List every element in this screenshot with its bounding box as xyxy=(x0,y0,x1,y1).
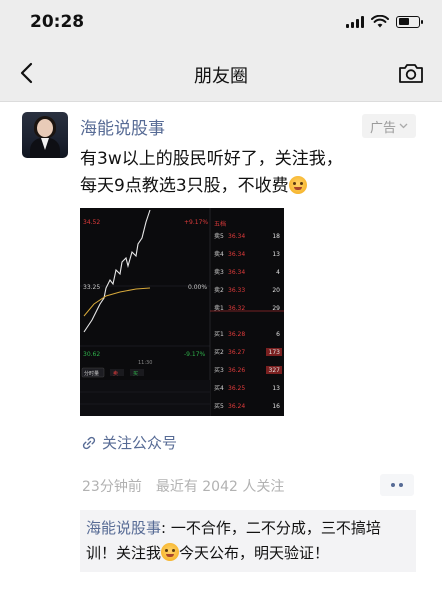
order-row-price: 36.32 xyxy=(228,305,245,312)
signal-icon xyxy=(346,15,364,28)
nav-bar: 朋友圈 xyxy=(0,44,442,102)
low-price-label: 30.62 xyxy=(83,351,100,358)
order-row-volume: 327 xyxy=(269,367,281,374)
top-pct-label: +9.17% xyxy=(184,219,208,226)
order-row-volume: 173 xyxy=(269,349,281,356)
follower-count: 最近有 2042 人关注 xyxy=(155,479,285,495)
low-pct-label: -9.17% xyxy=(184,351,206,358)
follow-official-account-link[interactable]: 关注公众号 xyxy=(82,432,177,453)
order-row-price: 36.26 xyxy=(228,367,245,374)
order-row-label: 卖1 xyxy=(214,305,224,312)
tab-label: 分时量 xyxy=(84,370,99,377)
post-time: 23分钟前 xyxy=(82,479,142,495)
order-row-volume: 4 xyxy=(276,269,280,276)
order-row-label: 卖4 xyxy=(214,251,224,258)
battery-fill xyxy=(398,18,409,25)
post-text: 有3w以上的股民听好了，关注我， 每天9点教选3只股，不收费 xyxy=(80,146,410,200)
order-row-volume: 29 xyxy=(272,305,280,312)
order-row-price: 36.28 xyxy=(228,331,245,338)
wifi-icon xyxy=(371,15,389,28)
order-row-label: 买5 xyxy=(214,402,224,410)
order-row-label: 卖5 xyxy=(214,233,224,240)
post-text-line2: 每天9点教选3只股，不收费 xyxy=(80,176,289,196)
order-row-label: 卖2 xyxy=(214,287,224,294)
order-row-price: 36.34 xyxy=(228,251,245,258)
order-row-volume: 18 xyxy=(272,233,280,240)
dot-icon xyxy=(391,483,395,487)
status-bar: 20:28 xyxy=(0,0,442,44)
post-text-line1: 有3w以上的股民听好了，关注我， xyxy=(80,149,343,169)
order-row-label: 卖3 xyxy=(214,269,224,276)
comment-author[interactable]: 海能说股事 xyxy=(86,519,161,537)
stock-chart-image: 34.52 +9.17% 33.25 0.00% 30.62 -9.17% 11… xyxy=(80,208,284,416)
order-row-label: 买2 xyxy=(214,348,224,356)
ad-label: 广告 xyxy=(369,120,396,136)
order-row-volume: 16 xyxy=(272,403,280,410)
more-actions-button[interactable] xyxy=(380,474,414,496)
order-row-price: 36.27 xyxy=(228,349,245,356)
avatar[interactable] xyxy=(22,112,68,158)
follow-link-label: 关注公众号 xyxy=(102,434,178,452)
order-row-price: 36.34 xyxy=(228,233,245,240)
post-meta: 23分钟前 最近有 2042 人关注 xyxy=(82,476,284,496)
post-text-line2-wrap: 每天9点教选3只股，不收费 xyxy=(80,173,410,200)
order-row-volume: 13 xyxy=(272,251,280,258)
comment-text-part2: 今天公布，明天验证！ xyxy=(179,544,330,562)
dot-icon xyxy=(399,483,403,487)
order-row-volume: 20 xyxy=(272,287,280,294)
sell-label: 卖 xyxy=(113,371,118,377)
emoji-icon xyxy=(288,176,307,194)
camera-icon[interactable] xyxy=(398,62,424,84)
order-row-label: 买1 xyxy=(214,330,224,338)
buy-label: 买 xyxy=(133,370,138,377)
post-image[interactable]: 34.52 +9.17% 33.25 0.00% 30.62 -9.17% 11… xyxy=(80,208,284,416)
order-row-volume: 13 xyxy=(272,385,280,392)
order-book-header: 五档 xyxy=(214,220,226,228)
ad-tag[interactable]: 广告 xyxy=(361,114,416,138)
page-title: 朋友圈 xyxy=(194,66,248,87)
comment-box: 海能说股事: 一不合作，二不分成，三不搞培训！关注我 今天公布，明天验证！ xyxy=(80,510,416,572)
order-row-volume: 6 xyxy=(276,331,280,338)
order-row-price: 36.24 xyxy=(228,403,245,410)
top-price-label: 34.52 xyxy=(83,219,100,226)
status-time: 20:28 xyxy=(30,12,85,32)
order-row-price: 36.25 xyxy=(228,385,245,392)
order-row-price: 36.34 xyxy=(228,269,245,276)
emoji-icon xyxy=(161,543,180,561)
author-name[interactable]: 海能说股事 xyxy=(80,114,165,139)
status-icons xyxy=(346,15,423,28)
chevron-down-icon xyxy=(399,123,408,129)
mid-price-label: 33.25 xyxy=(83,284,100,291)
time-label: 11:30 xyxy=(138,360,152,366)
mid-pct-label: 0.00% xyxy=(188,284,207,291)
order-row-label: 买4 xyxy=(214,384,224,392)
order-row-price: 36.33 xyxy=(228,287,245,294)
battery-icon xyxy=(396,15,423,28)
link-icon xyxy=(82,436,96,449)
order-row-label: 买3 xyxy=(214,366,224,374)
moment-post: 海能说股事 广告 有3w以上的股民听好了，关注我， 每天9点教选3只股，不收费 … xyxy=(0,102,442,608)
